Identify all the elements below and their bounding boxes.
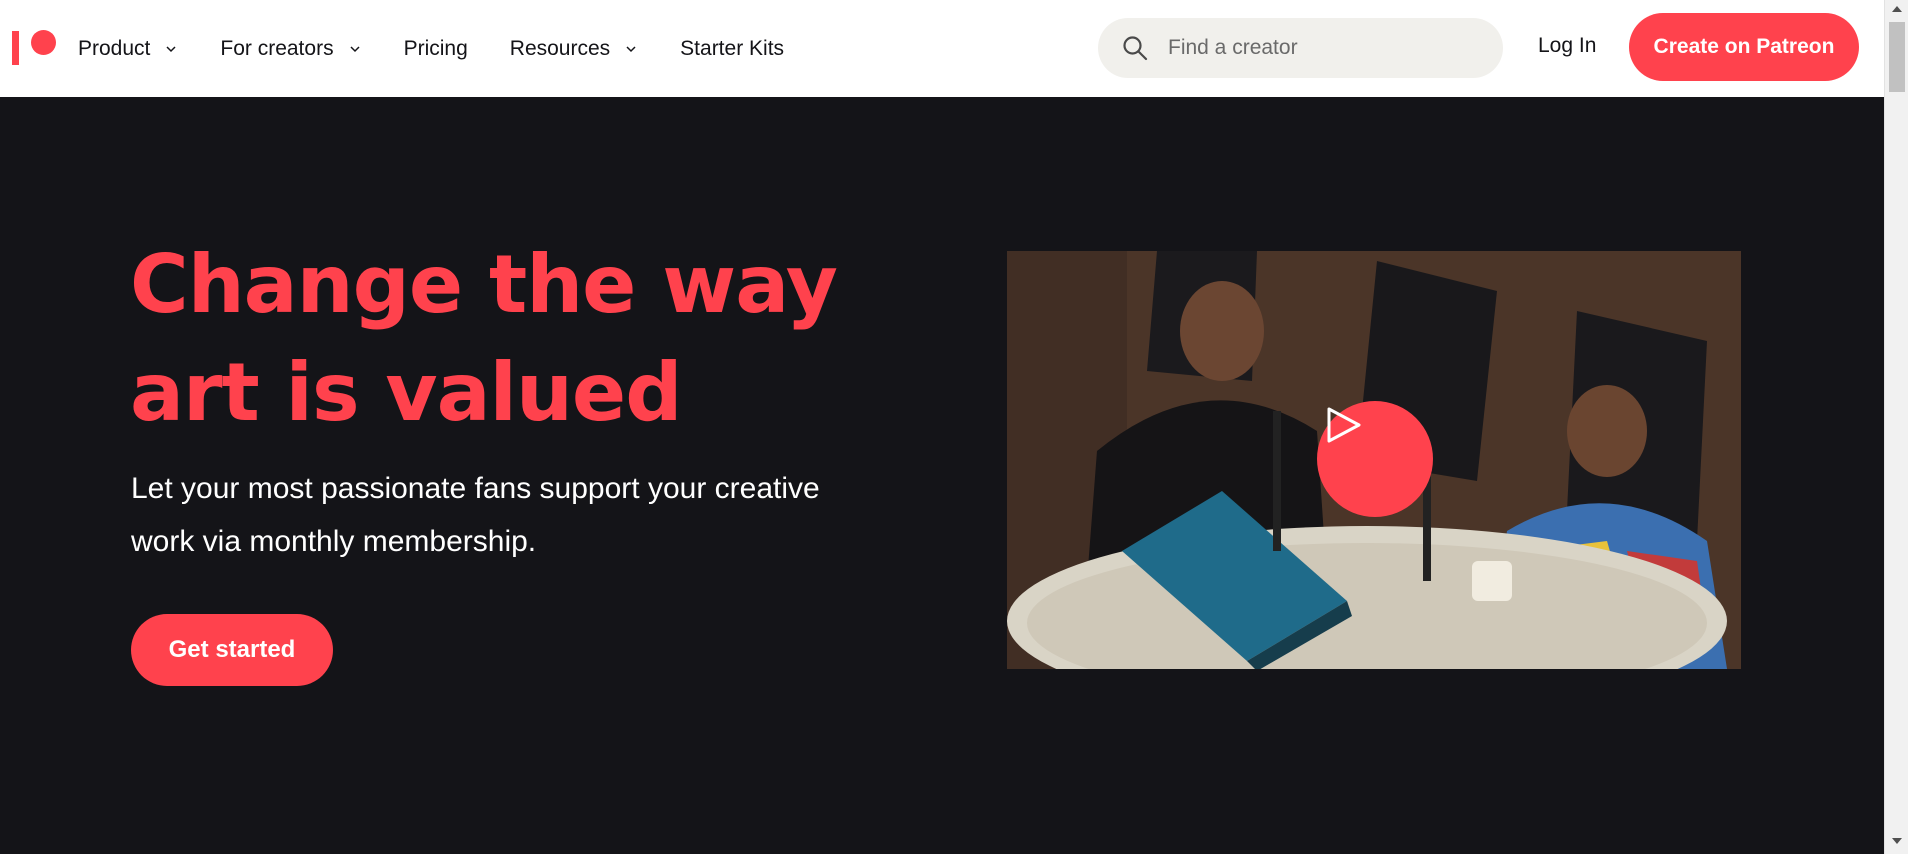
chevron-down-icon — [626, 45, 636, 52]
main-menu: Product For creators Pricing Resources S… — [78, 0, 826, 97]
hero-subtext: Let your most passionate fans support yo… — [131, 462, 891, 568]
chevron-down-icon — [166, 45, 176, 52]
nav-item-resources[interactable]: Resources — [510, 37, 638, 61]
nav-item-label: Pricing — [403, 36, 468, 60]
patreon-logo[interactable] — [10, 29, 56, 65]
play-icon — [1327, 407, 1361, 443]
chevron-down-icon — [350, 45, 360, 52]
nav-item-for-creators[interactable]: For creators — [220, 37, 361, 61]
create-on-patreon-button[interactable]: Create on Patreon — [1629, 13, 1859, 81]
search-input[interactable] — [1168, 36, 1488, 60]
headline-line: Change the way — [130, 238, 838, 331]
top-nav: Product For creators Pricing Resources S… — [0, 0, 1884, 97]
logo-bar — [12, 31, 19, 65]
nav-item-label: Resources — [509, 36, 611, 60]
hero-section: Change the way art is valued Let your mo… — [0, 97, 1884, 854]
get-started-button[interactable]: Get started — [131, 614, 333, 686]
nav-item-pricing[interactable]: Pricing — [404, 37, 468, 61]
scroll-thumb[interactable] — [1889, 22, 1905, 92]
nav-item-label: Starter Kits — [680, 36, 785, 60]
page-scrollbar[interactable] — [1884, 0, 1908, 854]
subtext-line: Let your most passionate fans support yo… — [131, 472, 820, 505]
hero-video[interactable] — [1007, 251, 1741, 669]
search-icon — [1123, 36, 1148, 61]
logo-dot — [31, 30, 56, 55]
login-link[interactable]: Log In — [1538, 34, 1596, 58]
subtext-line: work via monthly membership. — [131, 525, 537, 558]
search-bar[interactable] — [1098, 18, 1503, 78]
play-button[interactable] — [1317, 401, 1433, 517]
nav-item-starter-kits[interactable]: Starter Kits — [680, 37, 784, 61]
nav-item-label: Product — [78, 36, 151, 60]
nav-item-product[interactable]: Product — [78, 37, 178, 61]
hero-headline: Change the way art is valued — [130, 231, 890, 447]
scroll-up-arrow-icon[interactable] — [1892, 6, 1902, 12]
nav-item-label: For creators — [220, 36, 334, 60]
headline-line: art is valued — [130, 346, 682, 439]
scroll-down-arrow-icon[interactable] — [1892, 838, 1902, 844]
